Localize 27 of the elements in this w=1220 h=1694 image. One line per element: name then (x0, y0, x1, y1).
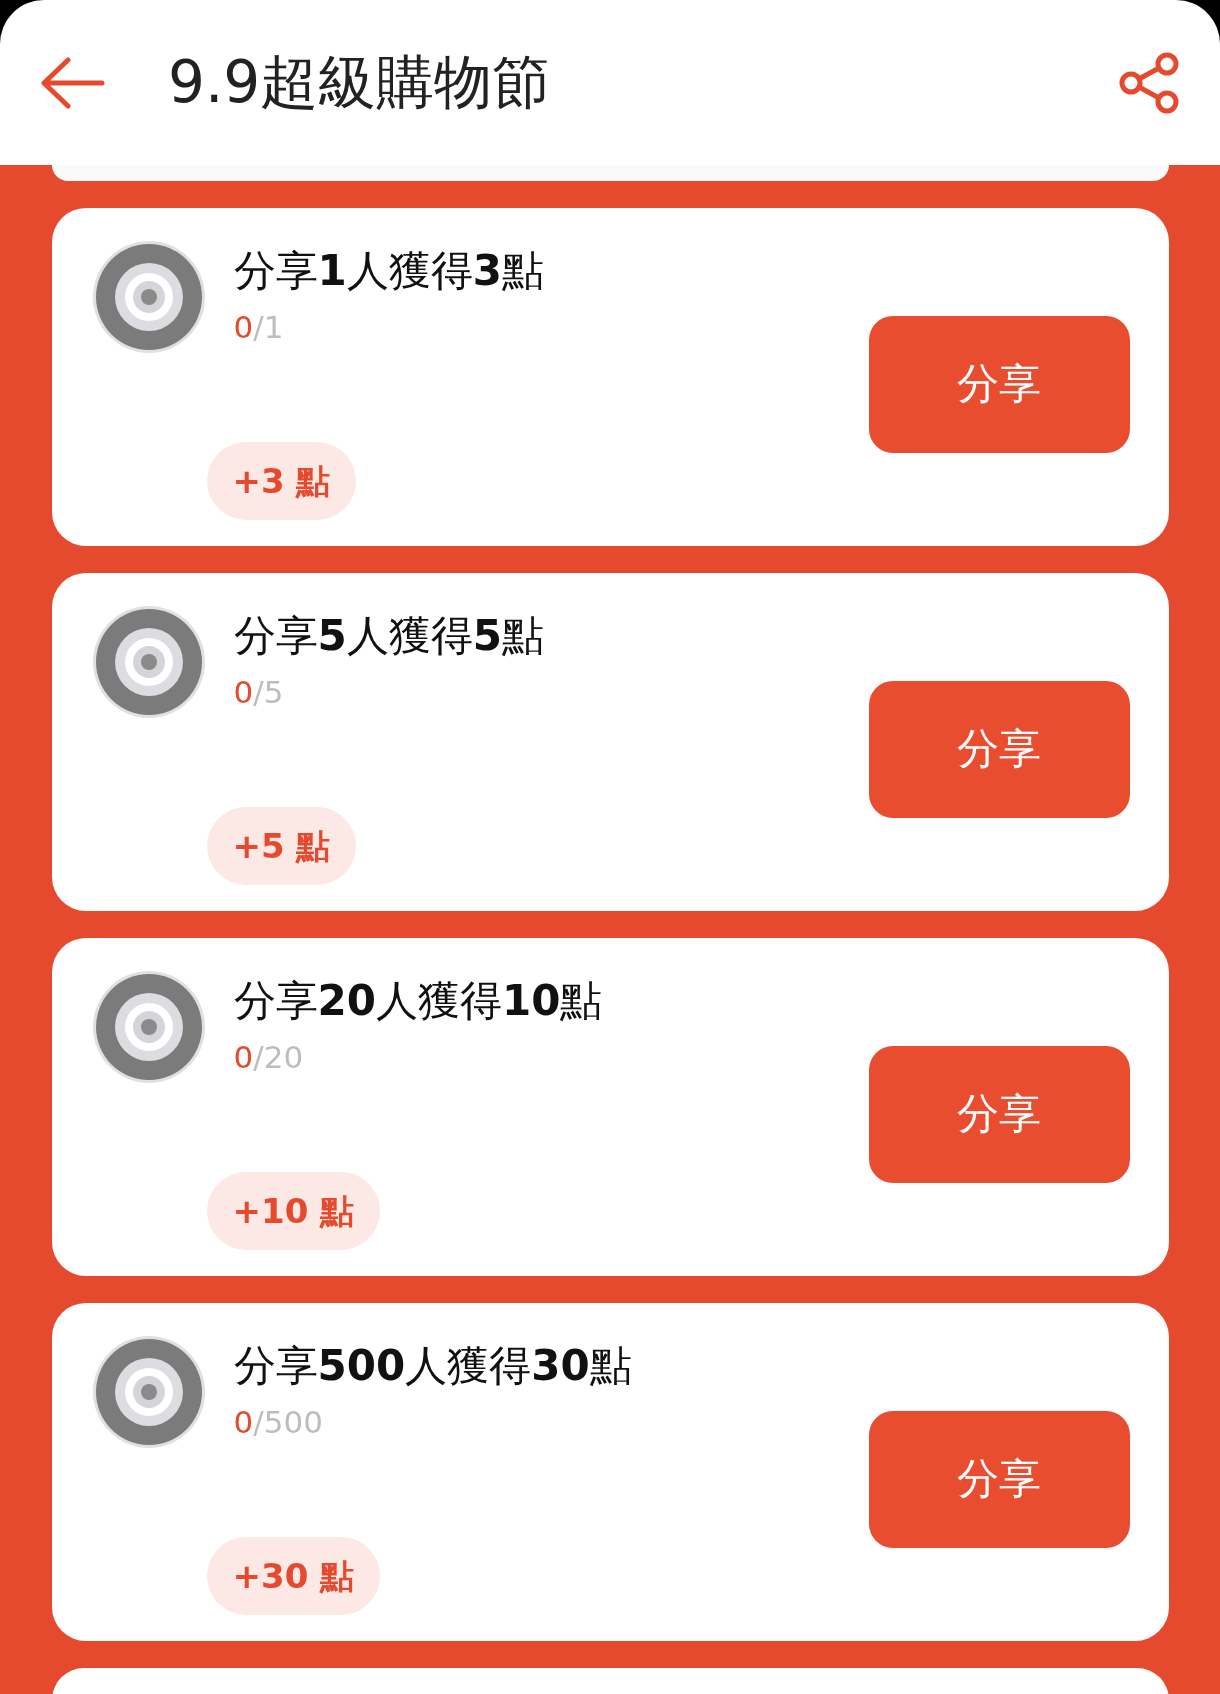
progress-total: /1 (253, 308, 284, 345)
task-title: 分享1人獲得3點 (233, 245, 544, 297)
progress-total: /500 (253, 1403, 323, 1440)
progress-count: 0 (233, 673, 254, 710)
share-button[interactable]: 分享 (868, 1410, 1130, 1548)
target-icon (91, 970, 206, 1084)
reward-badge: +30 點 (206, 1537, 381, 1615)
task-title: 分享5人獲得5點 (233, 610, 544, 662)
back-arrow-icon[interactable] (40, 56, 106, 109)
progress-total: /5 (253, 673, 284, 710)
share-icon[interactable] (1118, 51, 1180, 114)
page-title: 9.9超級購物節 (168, 46, 552, 118)
progress-count: 0 (233, 1038, 254, 1075)
task-title: 分享20人獲得10點 (233, 975, 603, 1027)
reward-badge: +10 點 (206, 1172, 381, 1250)
reward-badge: +3 點 (206, 442, 357, 520)
share-button[interactable]: 分享 (868, 315, 1130, 453)
share-button[interactable]: 分享 (868, 1045, 1130, 1183)
progress-total: /20 (253, 1038, 304, 1075)
target-icon (91, 605, 206, 719)
target-icon (91, 240, 206, 354)
task-title: 分享500人獲得30點 (233, 1340, 632, 1392)
reward-badge: +5 點 (206, 807, 357, 885)
target-icon (91, 1335, 206, 1449)
progress-count: 0 (233, 1403, 254, 1440)
progress-count: 0 (233, 308, 254, 345)
share-button[interactable]: 分享 (868, 680, 1130, 818)
